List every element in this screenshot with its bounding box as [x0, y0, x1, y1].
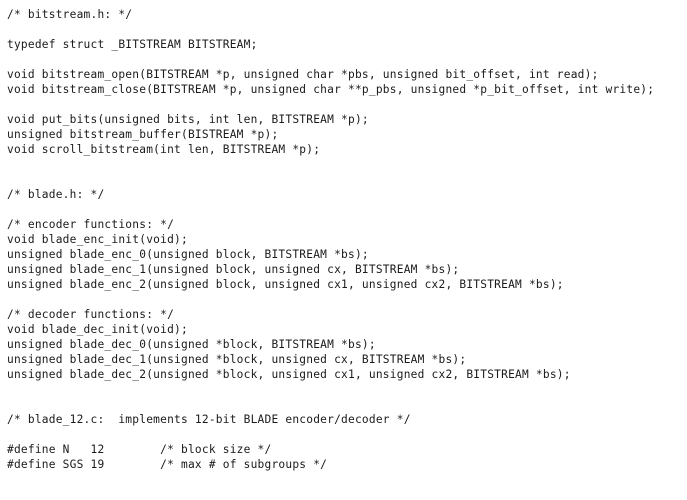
code-line: /* decoder functions: */	[7, 308, 175, 321]
code-line: unsigned blade_enc_1(unsigned block, uns…	[7, 263, 460, 276]
code-line: unsigned blade_enc_2(unsigned block, uns…	[7, 278, 564, 291]
code-line: unsigned blade_dec_0(unsigned *block, BI…	[7, 338, 376, 351]
code-line: /* bitstream.h: */	[7, 8, 133, 21]
code-line: /* blade.h: */	[7, 188, 105, 201]
code-line: typedef struct _BITSTREAM BITSTREAM;	[7, 38, 258, 51]
code-line: unsigned blade_dec_2(unsigned *block, un…	[7, 368, 571, 381]
code-line: void blade_enc_init(void);	[7, 233, 188, 246]
code-line: unsigned blade_dec_1(unsigned *block, un…	[7, 353, 467, 366]
code-line: void blade_dec_init(void);	[7, 323, 188, 336]
code-line: unsigned blade_enc_0(unsigned block, BIT…	[7, 248, 369, 261]
code-line: void bitstream_open(BITSTREAM *p, unsign…	[7, 68, 599, 81]
code-line: /* blade_12.c: implements 12-bit BLADE e…	[7, 413, 411, 426]
code-line: /* encoder functions: */	[7, 218, 175, 231]
code-line: unsigned bitstream_buffer(BISTREAM *p);	[7, 128, 279, 141]
code-line: void bitstream_close(BITSTREAM *p, unsig…	[7, 83, 655, 96]
code-line: void put_bits(unsigned bits, int len, BI…	[7, 113, 369, 126]
code-line: void scroll_bitstream(int len, BITSTREAM…	[7, 143, 321, 156]
code-line: #define SGS 19 /* max # of subgroups */	[7, 458, 328, 471]
code-line: #define N 12 /* block size */	[7, 443, 272, 456]
code-listing: /* bitstream.h: */ typedef struct _BITST…	[0, 0, 687, 500]
